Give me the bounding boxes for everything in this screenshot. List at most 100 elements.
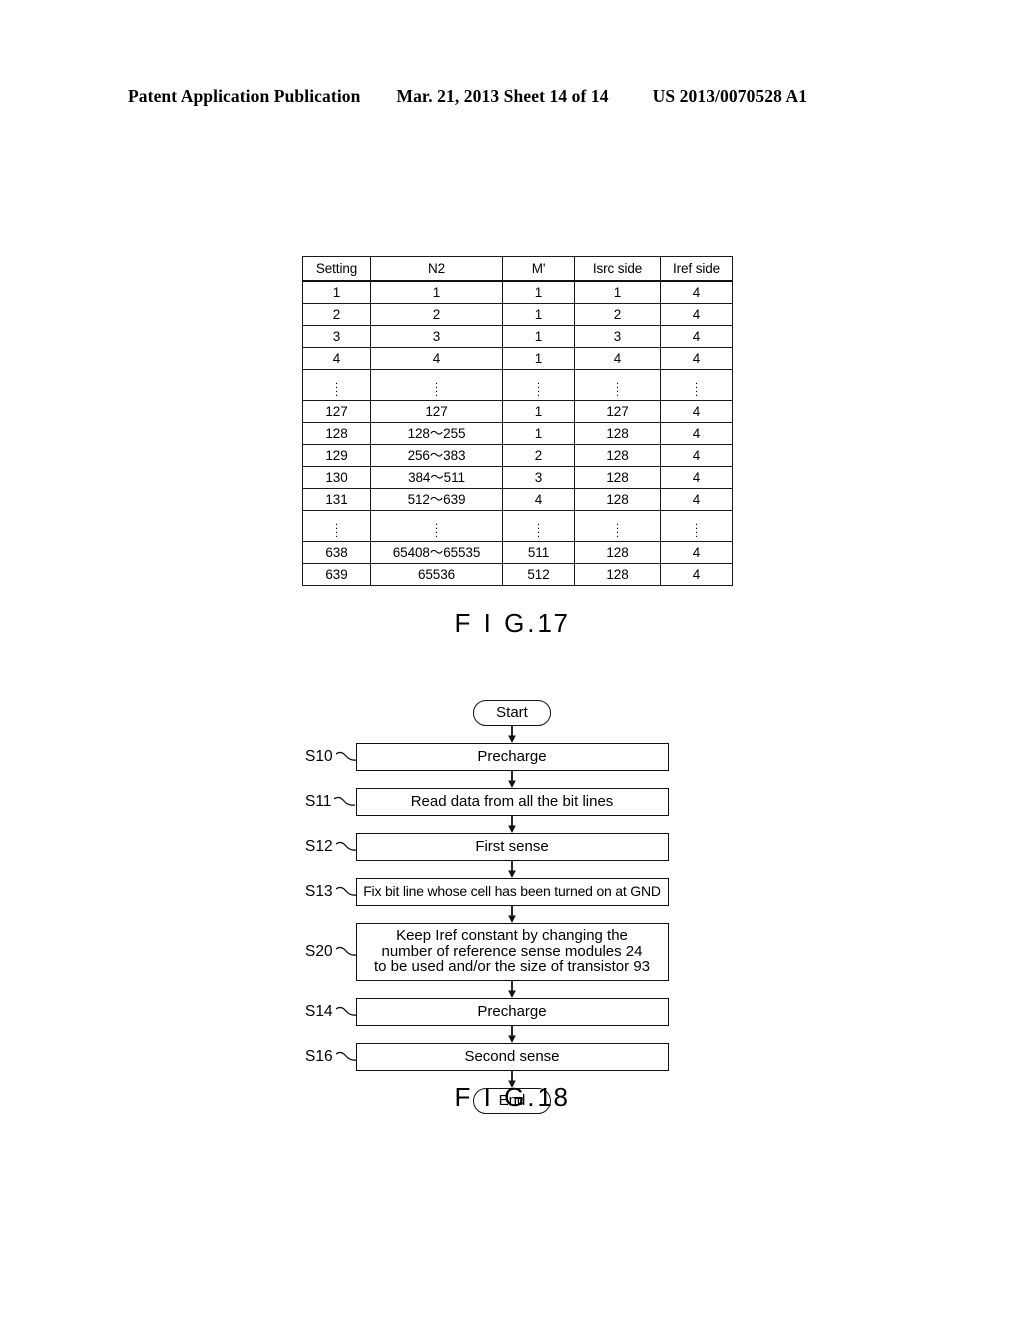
table-row: 44144 [302, 347, 733, 370]
settings-table: Setting N2 M' Isrc side Iref side 111142… [302, 256, 733, 586]
step-label-text: S12 [305, 838, 333, 855]
table-cell-iref-side: .... [660, 510, 733, 542]
table-cell-setting: 2 [302, 303, 371, 326]
figure-17-caption-number: 17 [537, 608, 570, 638]
step-label-s16: S16 [305, 1048, 358, 1066]
table-cell-isrc-side: 128 [574, 563, 661, 586]
table-cell-setting: 4 [302, 347, 371, 370]
table-cell-isrc-side: 128 [574, 466, 661, 489]
vertical-ellipsis-icon: .... [334, 374, 339, 400]
table-cell-n2: 65408〜65535 [370, 541, 503, 564]
process-box-line: Precharge [477, 1002, 547, 1020]
table-cell-setting: 639 [302, 563, 371, 586]
process-box-s11[interactable]: Read data from all the bit lines [355, 788, 669, 816]
table-row: 638 65408〜65535 511 128 4 [302, 541, 733, 564]
column-header-setting: Setting [302, 256, 371, 282]
leader-line-icon [335, 1006, 358, 1018]
table-cell-n2: 65536 [370, 563, 503, 586]
table-cell-m-prime: 512 [502, 563, 575, 586]
vertical-ellipsis-icon: .... [694, 374, 699, 400]
arrow-to-s20 [504, 906, 520, 923]
table-row: 130 384〜511 3 128 4 [302, 466, 733, 489]
leader-line-icon [335, 841, 358, 853]
process-box-line: number of reference sense modules 24 [381, 942, 643, 960]
table-cell-n2: 3 [370, 325, 503, 348]
header-patent-number-text: US 2013/0070528 A1 [652, 86, 808, 106]
step-label-text: S20 [305, 942, 333, 960]
table-cell-m-prime: 1 [502, 422, 575, 445]
step-label-s20: S20 [305, 943, 358, 961]
process-box-s16[interactable]: Second sense [355, 1042, 669, 1071]
process-box-line: Precharge [477, 748, 547, 765]
table-cell-m-prime: 1 [502, 303, 575, 326]
header-date-sheet-text: Mar. 21, 2013 Sheet 14 of 14 [396, 86, 609, 106]
table-cell-setting: 3 [302, 325, 371, 348]
table-cell-n2: .... [370, 369, 503, 401]
table-cell-isrc-side: 3 [574, 325, 661, 348]
flow-row-s14: Precharge S14 [0, 997, 1024, 1026]
vertical-ellipsis-icon: .... [434, 374, 439, 400]
table-cell-isrc-side: 127 [574, 400, 661, 423]
table-cell-iref-side: 4 [660, 400, 733, 423]
table-row: 127 127 1 127 4 [302, 400, 733, 423]
table-cell-isrc-side: 2 [574, 303, 661, 326]
table-row: 131 512〜639 4 128 4 [302, 488, 733, 511]
flow-row-s10: Precharge S10 [0, 743, 1024, 771]
table-cell-n2: 2 [370, 303, 503, 326]
table-cell-n2: .... [370, 510, 503, 542]
table-body: 11114221243313444144....................… [302, 280, 733, 586]
vertical-ellipsis-icon: .... [615, 515, 620, 541]
fig18-flowchart: Start Precharge S10 Read data from all the… [0, 700, 1024, 1114]
table-cell-iref-side: 4 [660, 563, 733, 586]
process-box-s14[interactable]: Precharge [355, 997, 669, 1026]
process-box-s20[interactable]: Keep Iref constant by changing the number… [355, 923, 669, 981]
table-cell-m-prime: 1 [502, 280, 575, 304]
table-cell-n2: 256〜383 [370, 444, 503, 467]
figure-18-caption-prefix: F I G. [454, 1082, 538, 1112]
start-terminator: Start [473, 700, 551, 726]
table-cell-m-prime: 1 [502, 347, 575, 370]
arrow-to-s16 [504, 1025, 520, 1043]
table-cell-setting: 131 [302, 488, 371, 511]
vertical-ellipsis-icon: .... [334, 515, 339, 541]
step-label-text: S11 [305, 793, 332, 810]
column-header-isrc-side: Isrc side [574, 256, 661, 282]
leader-line-icon [334, 796, 356, 808]
process-box-s12[interactable]: First sense [355, 833, 669, 861]
header-publication-text: Patent Application Publication [128, 86, 361, 106]
process-box-s10[interactable]: Precharge [355, 743, 669, 771]
table-cell-isrc-side: .... [574, 369, 661, 401]
table-cell-setting: 130 [302, 466, 371, 489]
table-cell-m-prime: 3 [502, 466, 575, 489]
column-header-iref-side: Iref side [660, 256, 733, 282]
flow-row-s16: Second sense S16 [0, 1042, 1024, 1071]
figure-18-caption: F I G.18 [0, 1082, 1024, 1113]
arrow-to-s13 [504, 861, 520, 878]
step-label-s12: S12 [305, 838, 358, 856]
flow-row-s13: Fix bit line whose cell has been turned … [0, 878, 1024, 906]
table-cell-iref-side: 4 [660, 280, 733, 304]
vertical-ellipsis-icon: .... [694, 515, 699, 541]
step-label-text: S14 [305, 1002, 333, 1020]
table-cell-setting: .... [302, 369, 371, 401]
table-cell-iref-side: 4 [660, 488, 733, 511]
step-label-s10: S10 [305, 748, 358, 766]
table-cell-n2: 512〜639 [370, 488, 503, 511]
arrow-to-s11 [504, 771, 520, 788]
table-cell-isrc-side: 1 [574, 280, 661, 304]
leader-line-icon [335, 1051, 358, 1063]
step-label-text: S16 [305, 1047, 333, 1065]
table-cell-setting: 128 [302, 422, 371, 445]
step-label-text: S13 [305, 883, 333, 900]
vertical-ellipsis-icon: .... [615, 374, 620, 400]
fig17-table-container: Setting N2 M' Isrc side Iref side 111142… [302, 256, 733, 586]
table-cell-m-prime: 1 [502, 325, 575, 348]
figure-18-caption-number: 18 [537, 1082, 570, 1112]
table-cell-m-prime: 511 [502, 541, 575, 564]
table-row: 22124 [302, 303, 733, 326]
flow-row-s11: Read data from all the bit lines S11 [0, 788, 1024, 816]
vertical-ellipsis-icon: .... [434, 515, 439, 541]
table-cell-iref-side: 4 [660, 541, 733, 564]
process-box-s13[interactable]: Fix bit line whose cell has been turned … [355, 878, 669, 906]
leader-line-icon [335, 946, 358, 958]
